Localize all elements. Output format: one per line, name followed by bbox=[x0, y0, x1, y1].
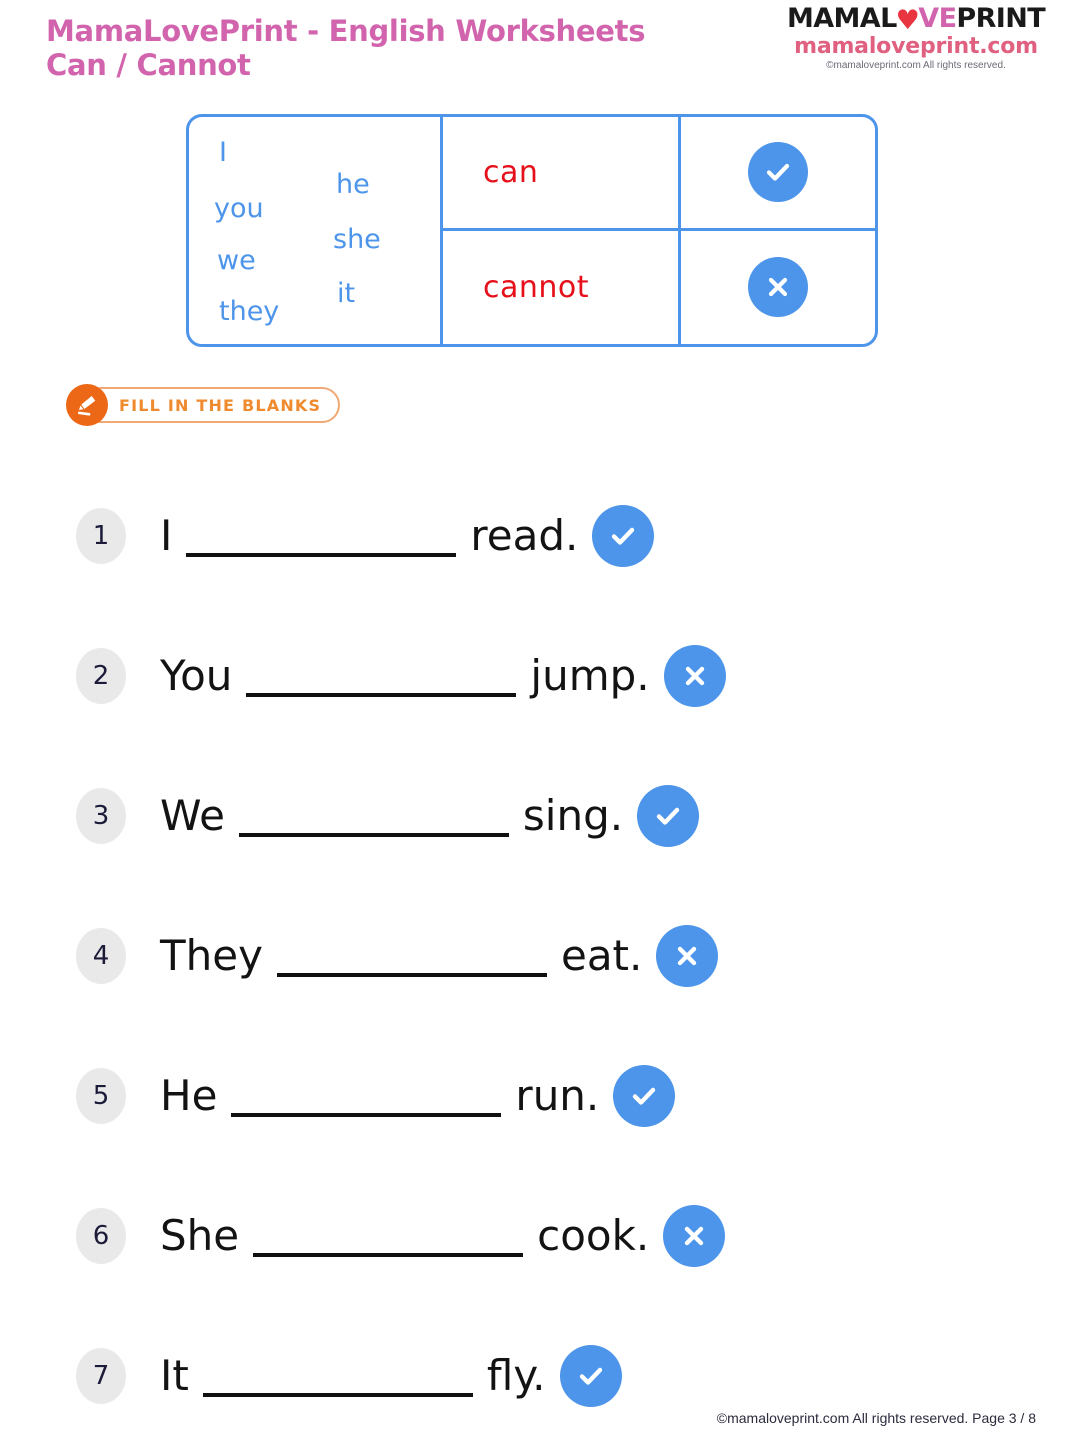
pronoun-you: you bbox=[214, 193, 264, 224]
question-subject: It bbox=[160, 1351, 189, 1400]
answer-blank[interactable] bbox=[202, 1367, 473, 1397]
logo-wordmark-part1: MAMAL bbox=[786, 3, 897, 34]
question-sentence: She cook. bbox=[160, 1205, 726, 1267]
logo-wordmark-part3: PRINT bbox=[956, 3, 1046, 34]
logo-wordmark: MAMAL ♥ VE PRINT bbox=[776, 4, 1056, 34]
question-row-3: 3 We sing. bbox=[0, 746, 1080, 886]
answer-blank[interactable] bbox=[231, 1087, 502, 1117]
question-verb: fly. bbox=[486, 1351, 546, 1400]
table-cell-marks bbox=[681, 117, 875, 344]
question-number: 3 bbox=[76, 788, 126, 844]
question-subject: He bbox=[160, 1071, 218, 1120]
question-number: 6 bbox=[76, 1208, 126, 1264]
question-verb: eat. bbox=[560, 931, 643, 980]
question-subject: She bbox=[160, 1211, 240, 1260]
pronoun-modal-table: I you we they he she it can cannot bbox=[186, 114, 878, 347]
question-verb: run. bbox=[515, 1071, 600, 1120]
logo-wordmark-part2: VE bbox=[918, 3, 957, 34]
page-footer: ©mamaloveprint.com All rights reserved. … bbox=[716, 1410, 1036, 1426]
question-number: 5 bbox=[76, 1068, 126, 1124]
question-sentence: You jump. bbox=[160, 645, 726, 707]
question-verb: sing. bbox=[522, 791, 624, 840]
pencil-icon bbox=[66, 384, 108, 426]
question-verb: read. bbox=[470, 511, 579, 560]
logo-domain: mamaloveprint.com bbox=[794, 34, 1038, 59]
page-header: MamaLovePrint - English Worksheets Can /… bbox=[0, 0, 1080, 100]
question-row-4: 4 They eat. bbox=[0, 886, 1080, 1026]
table-row-cannot-mark bbox=[681, 231, 875, 345]
mamaloveprint-logo: MAMAL ♥ VE PRINT mamaloveprint.com ©mama… bbox=[776, 4, 1056, 72]
page-title-line-2: Can / Cannot bbox=[46, 48, 251, 82]
answer-blank[interactable] bbox=[186, 527, 457, 557]
question-row-2: 2 You jump. bbox=[0, 606, 1080, 746]
check-icon bbox=[637, 785, 700, 847]
page-title: MamaLovePrint - English Worksheets Can /… bbox=[46, 14, 666, 82]
modal-word-cannot: cannot bbox=[483, 269, 590, 305]
question-subject: They bbox=[160, 931, 263, 980]
answer-blank[interactable] bbox=[276, 947, 547, 977]
pronoun-we: we bbox=[217, 245, 256, 276]
pronoun-it: it bbox=[337, 278, 356, 309]
heart-icon: ♥ bbox=[895, 4, 920, 36]
pronoun-he: he bbox=[336, 169, 370, 200]
question-sentence: It fly. bbox=[160, 1345, 622, 1407]
check-icon bbox=[559, 1345, 622, 1407]
fill-in-the-blanks-text: FILL IN THE BLANKS bbox=[83, 387, 341, 423]
question-subject: I bbox=[160, 511, 173, 560]
check-icon bbox=[748, 142, 808, 203]
pronoun-she: she bbox=[333, 224, 381, 255]
question-number: 7 bbox=[76, 1348, 126, 1404]
table-cell-modals: can cannot bbox=[443, 117, 681, 344]
check-icon bbox=[613, 1065, 676, 1127]
question-row-5: 5 He run. bbox=[0, 1026, 1080, 1166]
question-number: 4 bbox=[76, 928, 126, 984]
answer-blank[interactable] bbox=[253, 1227, 524, 1257]
question-verb: jump. bbox=[530, 651, 650, 700]
check-icon bbox=[592, 505, 655, 567]
question-sentence: He run. bbox=[160, 1065, 676, 1127]
question-sentence: They eat. bbox=[160, 925, 719, 987]
fill-in-the-blanks-label: FILL IN THE BLANKS bbox=[66, 384, 341, 426]
cross-icon bbox=[663, 1205, 726, 1267]
answer-blank[interactable] bbox=[238, 807, 509, 837]
table-cell-pronouns: I you we they he she it bbox=[189, 117, 443, 344]
pronoun-i: I bbox=[219, 137, 227, 168]
table-row-cannot: cannot bbox=[443, 231, 678, 345]
page-title-line-1: MamaLovePrint - English Worksheets bbox=[46, 14, 646, 48]
question-subject: You bbox=[160, 651, 233, 700]
questions-list: 1 I read. 2 You jump. 3 We sing. 4 They … bbox=[0, 466, 1080, 1446]
logo-rights-notice: ©mamaloveprint.com All rights reserved. bbox=[826, 60, 1006, 71]
cross-icon bbox=[656, 925, 719, 987]
question-verb: cook. bbox=[537, 1211, 650, 1260]
table-row-can: can bbox=[443, 117, 678, 231]
question-row-6: 6 She cook. bbox=[0, 1166, 1080, 1306]
question-number: 1 bbox=[76, 508, 126, 564]
cross-icon bbox=[663, 645, 726, 707]
table-row-can-mark bbox=[681, 117, 875, 231]
cross-icon bbox=[748, 257, 808, 318]
modal-word-can: can bbox=[483, 154, 539, 190]
answer-blank[interactable] bbox=[246, 667, 517, 697]
question-sentence: I read. bbox=[160, 505, 655, 567]
pronoun-they: they bbox=[219, 296, 280, 327]
question-number: 2 bbox=[76, 648, 126, 704]
question-row-1: 1 I read. bbox=[0, 466, 1080, 606]
question-subject: We bbox=[160, 791, 225, 840]
question-sentence: We sing. bbox=[160, 785, 700, 847]
